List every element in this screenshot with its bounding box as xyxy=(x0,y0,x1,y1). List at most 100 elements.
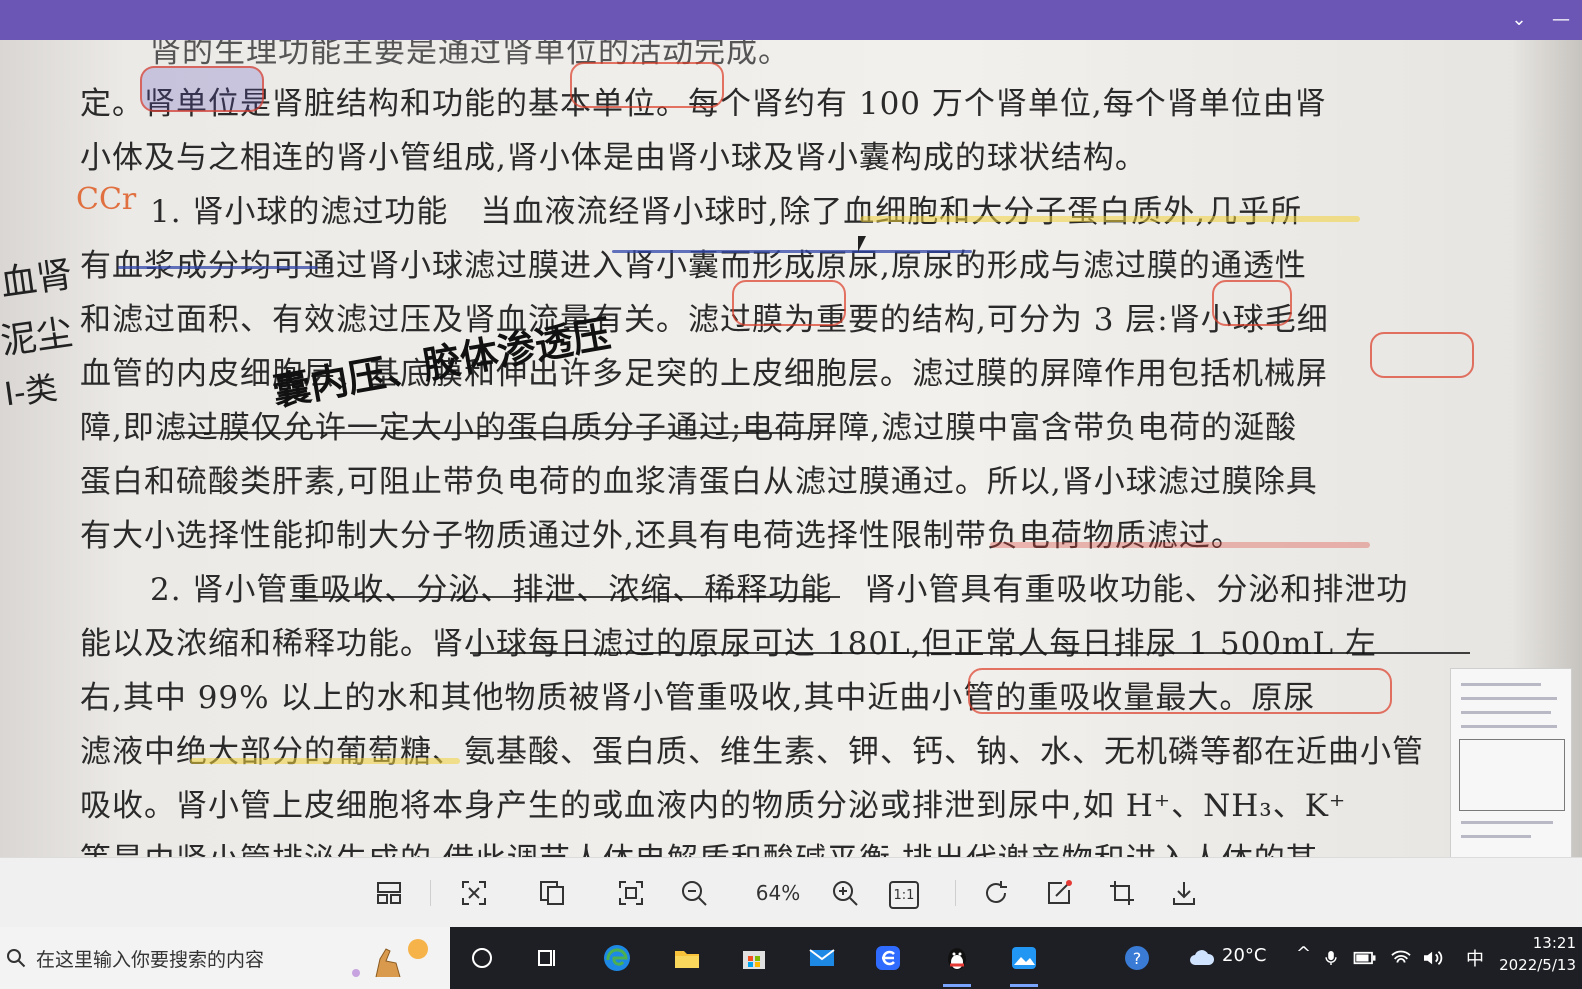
thumbnail-viewport[interactable] xyxy=(1459,739,1565,811)
text-line-9: 有大小选择性能抑制大分子物质通过外,还具有电荷选择性限制带负电荷物质滤过。 xyxy=(80,518,1243,554)
circle-icon-svg xyxy=(472,948,492,968)
fullscreen-icon[interactable] xyxy=(612,874,650,912)
layout-icon-svg xyxy=(377,882,401,904)
actual-size-icon[interactable]: 1:1 xyxy=(889,881,919,909)
toolbar-divider xyxy=(955,880,956,906)
wifi-icon[interactable] xyxy=(1386,936,1416,980)
black-underline xyxy=(300,596,840,598)
svg-text:?: ? xyxy=(1133,949,1142,968)
zoom-level: 64% xyxy=(755,881,801,905)
circle-mark xyxy=(968,668,1392,714)
store-icon[interactable] xyxy=(732,936,776,980)
circle-mark xyxy=(140,66,264,112)
wifi-icon-svg xyxy=(1391,950,1411,963)
mail-icon[interactable] xyxy=(800,936,844,980)
cloud-icon-svg xyxy=(1190,950,1215,965)
folder-icon-svg xyxy=(675,951,699,968)
taskbar-search[interactable]: 在这里输入你要搜索的内容 xyxy=(0,927,450,989)
fit-screen-icon-svg xyxy=(462,881,486,905)
windows-taskbar: 在这里输入你要搜索的内容 ? 20°C ^ 中 13:21 2022/5/13 xyxy=(0,927,1582,989)
help-icon-svg: ? xyxy=(1125,946,1149,970)
text-line-2: 小体及与之相连的肾小管组成,肾小体是由肾小球及肾小囊构成的球状结构。 xyxy=(80,140,1147,176)
battery-icon-svg xyxy=(1353,951,1376,965)
handwritten-margin-note-2: 泥尘 xyxy=(0,312,76,363)
microphone-icon-svg xyxy=(1325,951,1337,965)
mail-icon-svg xyxy=(809,949,835,966)
text-line-14: 吸收。肾小管上皮细胞将本身产生的或血液内的物质分泌或排泄到尿中,如 H⁺、NH₃… xyxy=(80,788,1347,824)
qq-icon[interactable] xyxy=(935,936,979,987)
download-icon[interactable] xyxy=(1165,874,1203,912)
fit-screen-icon[interactable] xyxy=(455,874,493,912)
store-icon-svg xyxy=(743,951,765,969)
copy-page-icon[interactable] xyxy=(533,874,571,912)
text-line-5: 和滤过面积、有效滤过压及肾血流量有关。滤过膜为重要的结构,可分为 3 层:肾小球… xyxy=(80,302,1329,338)
weather-temperature[interactable]: 20°C xyxy=(1222,945,1266,966)
text-line-7: 障,即滤过膜仅允许一定大小的蛋白质分子通过;电荷屏障,滤过膜中富含带负电荷的涎酸 xyxy=(80,410,1298,446)
photo-viewer-icon[interactable] xyxy=(1002,936,1046,987)
task-view-icon[interactable] xyxy=(525,936,569,980)
circle-mark xyxy=(1370,332,1474,378)
minimize-icon[interactable]: — xyxy=(1546,6,1576,34)
blue-underline xyxy=(118,266,318,269)
window-title-bar: ⌄ — xyxy=(0,0,1582,40)
help-icon[interactable]: ? xyxy=(1115,936,1159,980)
task-view-circle-icon[interactable] xyxy=(460,936,504,980)
weather-cloud-icon xyxy=(1180,936,1224,980)
document-image: 肾的生理功能主要是通过肾单位的活动完成。 定。肾单位是肾脏结构和功能的基本单位。… xyxy=(0,40,1582,857)
chevron-down-icon[interactable]: ⌄ xyxy=(1504,6,1534,34)
yellow-highlight xyxy=(190,758,460,764)
thumbnail-line xyxy=(1461,697,1557,700)
text-line-15: 等是由肾小管排泌生成的,借此调节人体电解质和酸碱平衡,排出代谢产物和进入人体的某 xyxy=(80,834,1318,857)
handwritten-margin-note-3: I-类 xyxy=(1,368,60,414)
system-clock[interactable]: 13:21 2022/5/13 xyxy=(1499,932,1576,976)
tray-chevron-up-icon[interactable]: ^ xyxy=(1296,943,1311,964)
rotate-icon[interactable] xyxy=(977,874,1015,912)
zoom-in-icon-svg xyxy=(833,881,858,906)
search-icon xyxy=(7,949,26,968)
edge-browser-icon[interactable] xyxy=(595,936,639,980)
download-icon-svg xyxy=(1173,882,1195,905)
photo-viewer-icon-svg xyxy=(1012,947,1036,969)
rotate-icon-svg xyxy=(986,881,1007,903)
mouse-cursor-icon xyxy=(858,236,866,252)
zoom-out-icon-svg xyxy=(682,881,707,906)
app-e-icon[interactable] xyxy=(866,936,910,980)
navigator-thumbnail[interactable] xyxy=(1450,668,1572,857)
handwritten-ccr: CCr xyxy=(76,182,137,217)
blue-underline xyxy=(612,250,972,253)
ime-indicator[interactable]: 中 xyxy=(1466,945,1484,971)
zoom-in-icon[interactable] xyxy=(826,874,864,912)
text-line-3: 1. 肾小球的滤过功能 当血液流经肾小球时,除了血细胞和大分子蛋白质外,几乎所 xyxy=(150,194,1303,230)
viewer-toolbar: 64% 1:1 xyxy=(0,857,1582,928)
clock-date: 2022/5/13 xyxy=(1499,956,1576,974)
file-explorer-icon[interactable] xyxy=(665,936,709,980)
thumbnail-line xyxy=(1461,683,1541,686)
microphone-icon[interactable] xyxy=(1318,936,1344,980)
crop-icon-svg xyxy=(1110,881,1134,905)
black-underline xyxy=(470,652,1470,654)
giraffe-decoration-icon xyxy=(352,939,428,978)
layout-icon[interactable] xyxy=(370,874,408,912)
edit-icon[interactable] xyxy=(1040,874,1078,912)
text-line-6: 血管的内皮细胞层、基底膜和伸出许多足突的上皮细胞层。滤过膜的屏障作用包括机械屏 xyxy=(80,356,1328,392)
battery-icon[interactable] xyxy=(1350,936,1380,980)
search-placeholder: 在这里输入你要搜索的内容 xyxy=(36,948,265,971)
text-line-11: 能以及浓缩和稀释功能。肾小球每日滤过的原尿可达 180L,但正常人每日排尿 1 … xyxy=(80,626,1377,662)
toolbar-divider xyxy=(430,880,431,906)
zoom-out-icon[interactable] xyxy=(675,874,713,912)
thumbnail-line xyxy=(1461,835,1531,838)
app-e-icon-svg xyxy=(876,946,900,970)
volume-icon[interactable] xyxy=(1418,936,1448,980)
task-view-icon-svg xyxy=(538,950,555,966)
volume-icon-svg xyxy=(1424,951,1443,965)
red-highlight xyxy=(990,542,1370,548)
yellow-highlight xyxy=(860,216,1360,222)
text-line-13: 滤液中绝大部分的葡萄糖、氨基酸、蛋白质、维生素、钾、钙、钠、水、无机磷等都在近曲… xyxy=(80,734,1424,770)
edge-icon-svg xyxy=(604,945,630,971)
handwritten-margin-note-1: 血肾 xyxy=(0,254,76,305)
text-line-4: 有血浆成分均可通过肾小球滤过膜进入肾小囊而形成原尿,原尿的形成与滤过膜的通透性 xyxy=(80,248,1307,284)
fullscreen-icon-svg xyxy=(619,881,643,905)
crop-icon[interactable] xyxy=(1103,874,1141,912)
text-line-8: 蛋白和硫酸类肝素,可阻止带负电荷的血浆清蛋白从滤过膜通过。所以,肾小球滤过膜除具 xyxy=(80,464,1318,500)
qq-penguin-svg xyxy=(948,948,966,970)
